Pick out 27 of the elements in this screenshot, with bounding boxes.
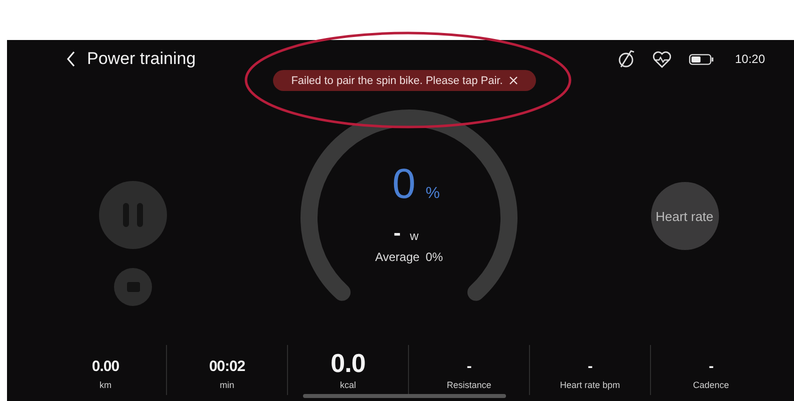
stat-value: - bbox=[466, 358, 472, 375]
power-value: - bbox=[394, 220, 401, 246]
screen-title: Power training bbox=[87, 49, 196, 69]
stat-label: min bbox=[220, 380, 234, 390]
stat-value: 0.0 bbox=[330, 348, 366, 379]
stat-label: km bbox=[100, 380, 112, 390]
toast-message: Failed to pair the spin bike. Please tap Pair. bbox=[291, 74, 503, 86]
percent-unit: % bbox=[426, 185, 440, 203]
heart-rate-button[interactable]: Heart rate bbox=[650, 182, 718, 250]
back-icon[interactable] bbox=[66, 51, 76, 67]
stat-label: Heart rate bpm bbox=[560, 380, 620, 390]
close-icon[interactable] bbox=[508, 76, 518, 85]
stat-value: 0.00 bbox=[92, 358, 120, 375]
power-unit: w bbox=[410, 229, 418, 243]
stat-value: 00:02 bbox=[209, 358, 245, 375]
stat-label: kcal bbox=[340, 380, 356, 390]
stat-label: Resistance bbox=[446, 380, 492, 390]
stat-value: - bbox=[708, 358, 714, 375]
power-percent-value: 0 bbox=[392, 160, 416, 208]
battery-icon bbox=[688, 54, 714, 64]
stat-value: - bbox=[588, 358, 592, 375]
circle-slash-icon[interactable] bbox=[616, 49, 635, 69]
heart-pulse-icon[interactable] bbox=[652, 50, 672, 68]
clock-time: 10:20 bbox=[734, 52, 765, 66]
stat-label: Cadence bbox=[692, 380, 730, 390]
average-label: Average bbox=[375, 250, 420, 264]
average-value: 0% bbox=[426, 250, 443, 264]
